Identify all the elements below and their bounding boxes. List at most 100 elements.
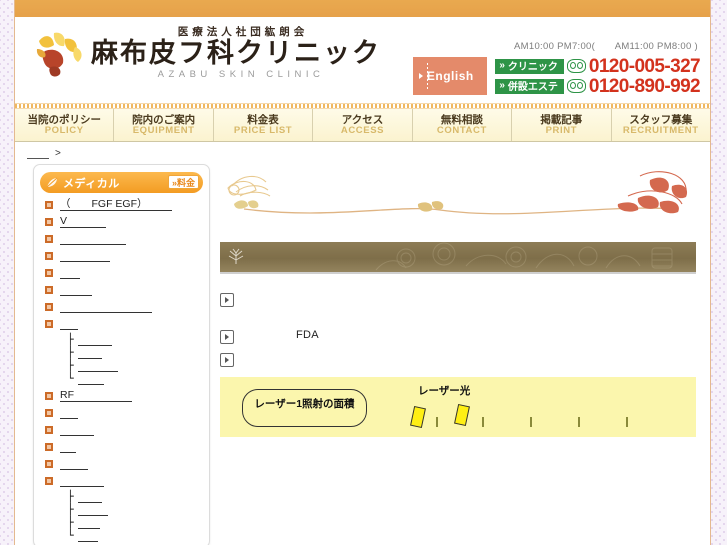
- bullet-square-icon: [45, 303, 53, 311]
- sidebar-item-4[interactable]: [40, 267, 203, 279]
- site-header: 医療法人社団紘朗会 麻布皮フ科クリニック AZABU SKIN CLINIC A…: [15, 17, 710, 103]
- sidebar-item-11[interactable]: [40, 441, 203, 453]
- telephone-list: » クリニック 0120-005-327 » 併設エステ 0120-890-99…: [495, 55, 701, 97]
- triangle-right-icon: [419, 73, 424, 79]
- content-area: > メディカル »料金 （ FGF EGF） V ├ ├ ├ └ RF ├ ├ …: [15, 142, 710, 545]
- play-icon: [220, 330, 234, 344]
- breadcrumb-home-link[interactable]: [27, 149, 49, 159]
- sidebar-item-9[interactable]: [40, 407, 203, 419]
- laser-diagram: レーザー1照射の面積 レーザー光: [220, 377, 696, 437]
- leaf-icon: [228, 248, 244, 264]
- sidebar-subitem[interactable]: ├: [67, 490, 203, 503]
- sidebar-item-7[interactable]: [40, 318, 203, 330]
- sidebar-item-12[interactable]: [40, 458, 203, 470]
- sidebar-subitem-label: [78, 531, 98, 542]
- sidebar-item-label: [60, 250, 110, 262]
- laser-area-callout: レーザー1照射の面積: [242, 389, 367, 427]
- play-icon: [220, 353, 234, 367]
- telephone-row[interactable]: » 併設エステ 0120-890-992: [495, 75, 701, 97]
- diagram-tick: [436, 417, 438, 427]
- sidebar-item-2[interactable]: [40, 233, 203, 245]
- sidebar-item-8[interactable]: RF: [40, 390, 203, 402]
- tree-branch-icon: ├: [67, 333, 74, 346]
- bullet-square-icon: [45, 235, 53, 243]
- dashed-divider: [427, 63, 429, 89]
- decorative-divider: [220, 152, 696, 238]
- sidebar-item-10[interactable]: [40, 424, 203, 436]
- sidebar-item-1[interactable]: V: [40, 216, 203, 228]
- sidebar-subitem-label: [78, 361, 118, 372]
- sidebar-item-label: [60, 318, 78, 330]
- tel-number-clinic: 0120-005-327: [588, 55, 701, 77]
- sidebar-subitem[interactable]: └: [67, 373, 203, 385]
- tel-tag-esthe: » 併設エステ: [495, 78, 564, 94]
- breadcrumb: >: [27, 148, 67, 159]
- tel-number-esthe: 0120-890-992: [588, 75, 701, 97]
- sidebar-subtree-13: ├ ├ ├ └: [40, 490, 203, 542]
- clinic-name: 麻布皮フ科クリニック: [91, 37, 381, 68]
- nav-item-equipment[interactable]: 院内のご案内 EQUIPMENT: [114, 109, 214, 141]
- paragraph-text: FDA: [296, 329, 319, 341]
- sidebar-subitem-label: [78, 335, 112, 346]
- sidebar-title: メディカル: [63, 177, 120, 190]
- nav-label-en: ACCESS: [340, 124, 385, 136]
- diagram-tick: [530, 417, 532, 427]
- banner-pattern: [375, 242, 673, 271]
- breadcrumb-separator: >: [55, 148, 61, 159]
- tree-branch-icon: ├: [67, 490, 74, 503]
- main-paragraphs: FDA: [220, 292, 696, 367]
- sidebar-price-badge[interactable]: »料金: [167, 175, 199, 189]
- nav-label-en: EQUIPMENT: [132, 124, 195, 136]
- bullet-square-icon: [45, 286, 53, 294]
- freedial-icon: [566, 59, 586, 73]
- corp-name: 医療法人社団紘朗会: [177, 26, 309, 38]
- bullet-square-icon: [45, 409, 53, 417]
- english-language-button[interactable]: English: [413, 57, 488, 95]
- sidebar-subitem-label: [78, 518, 100, 529]
- tulip-flower-logo-icon: [36, 32, 82, 77]
- nav-item-recruitment[interactable]: スタッフ募集 RECRUITMENT: [611, 109, 710, 141]
- telephone-row[interactable]: » クリニック 0120-005-327: [495, 55, 701, 77]
- diagram-tick: [482, 417, 484, 427]
- tree-branch-icon: ├: [67, 516, 74, 529]
- sidebar-item-13[interactable]: [40, 475, 203, 487]
- sidebar-item-label: [60, 407, 78, 419]
- clinic-name-en: AZABU SKIN CLINIC: [157, 68, 325, 80]
- sidebar-subtree-7: ├ ├ ├ └: [40, 333, 203, 385]
- sidebar-item-label: [60, 301, 152, 313]
- sidebar-item-3[interactable]: [40, 250, 203, 262]
- chevron-right-icon: »: [499, 80, 505, 91]
- sidebar-subitem[interactable]: ├: [67, 516, 203, 529]
- nav-item-print[interactable]: 掲載記事 PRINT: [512, 109, 612, 141]
- nav-item-access[interactable]: アクセス ACCESS: [313, 109, 413, 141]
- nav-item-price-list[interactable]: 料金表 PRICE LIST: [213, 109, 314, 141]
- tree-branch-icon: ├: [67, 359, 74, 372]
- sidebar-item-0[interactable]: （ FGF EGF）: [40, 199, 203, 211]
- laser-beam-shape: [410, 405, 426, 429]
- tel-tag-clinic: » クリニック: [495, 58, 564, 74]
- bullet-square-icon: [45, 269, 53, 277]
- sidebar-item-label: [60, 475, 104, 487]
- sidebar-subitem[interactable]: ├: [67, 359, 203, 372]
- sidebar-subitem[interactable]: └: [67, 530, 203, 542]
- nav-label-en: PRICE LIST: [233, 124, 293, 136]
- nav-item-contact[interactable]: 無料相談 CONTACT: [412, 109, 513, 141]
- bullet-square-icon: [45, 218, 53, 226]
- nav-label-en: PRINT: [545, 124, 578, 136]
- nav-label-en: POLICY: [44, 124, 84, 136]
- sidebar-item-5[interactable]: [40, 284, 203, 296]
- sidebar-item-6[interactable]: [40, 301, 203, 313]
- nav-item-policy[interactable]: 当院のポリシー POLICY: [15, 109, 115, 141]
- diagram-tick: [626, 417, 628, 427]
- opening-hours: AM10:00 PM7:00( AM11:00 PM8:00 ): [514, 41, 698, 52]
- paragraph-row: [220, 292, 696, 307]
- main-navigation: 当院のポリシー POLICY 院内のご案内 EQUIPMENT 料金表 PRIC…: [15, 109, 710, 142]
- site-logo[interactable]: 医療法人社団紘朗会 麻布皮フ科クリニック AZABU SKIN CLINIC: [31, 27, 381, 79]
- sidebar-subitem[interactable]: ├: [67, 347, 203, 359]
- sidebar-subitem[interactable]: ├: [67, 333, 203, 346]
- nav-label-en: RECRUITMENT: [622, 124, 699, 136]
- chevron-right-icon: »: [499, 60, 505, 71]
- bullet-square-icon: [45, 252, 53, 260]
- sidebar-subitem[interactable]: ├: [67, 504, 203, 516]
- sidebar-item-label: （ FGF EGF）: [60, 199, 172, 211]
